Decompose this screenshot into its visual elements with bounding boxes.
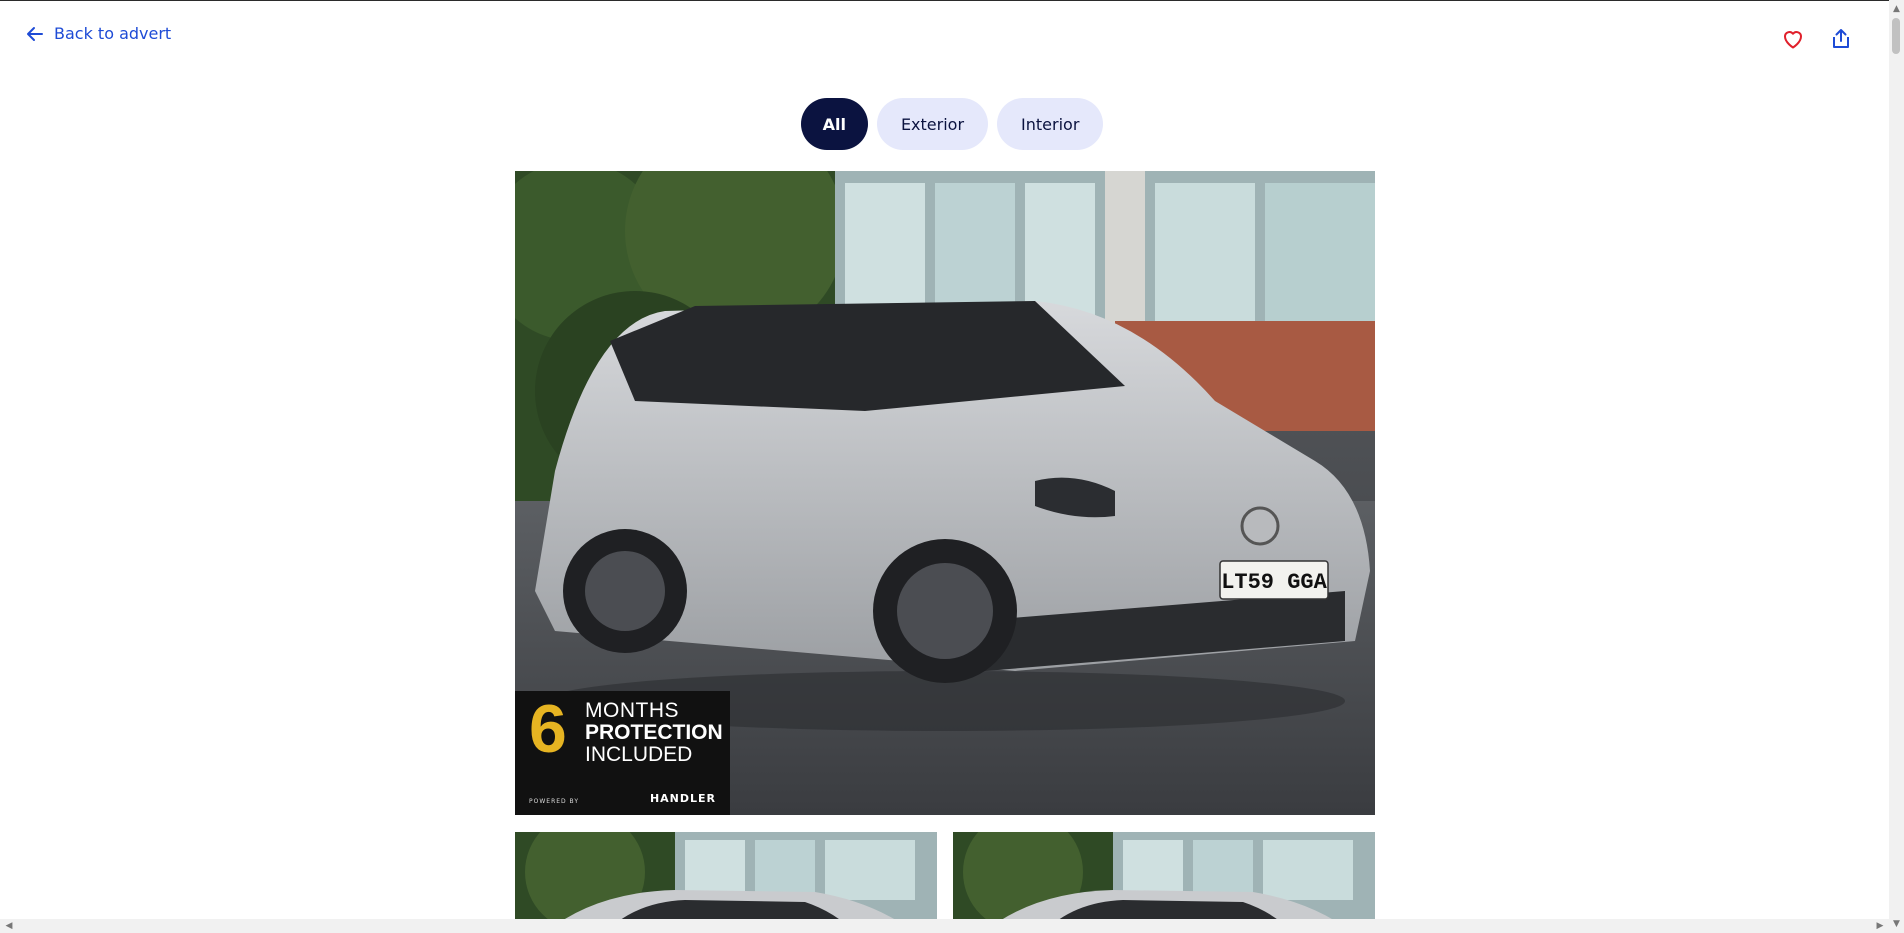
number-plate-text: LT59 GGA [1221, 570, 1327, 595]
window-top-border [0, 0, 1904, 1]
badge-line-3: INCLUDED [585, 743, 693, 766]
tab-exterior[interactable]: Exterior [876, 98, 989, 150]
badge-line-2: PROTECTION [585, 721, 723, 744]
badge-brand: HANDLER [649, 792, 716, 805]
vertical-scroll-thumb[interactable] [1892, 18, 1900, 54]
badge-powered-by: POWERED BY [529, 798, 580, 805]
car-photo-thumbnail [515, 832, 937, 933]
back-to-advert-link[interactable]: Back to advert [26, 24, 171, 43]
scroll-down-icon[interactable]: ▼ [1889, 917, 1904, 931]
gallery-photo-3[interactable] [953, 832, 1375, 933]
vertical-scrollbar[interactable]: ▲ ▼ [1889, 0, 1904, 933]
share-icon [1833, 29, 1849, 48]
scroll-up-icon[interactable]: ▲ [1889, 2, 1904, 16]
header-actions [1778, 24, 1856, 54]
tab-interior[interactable]: Interior [997, 98, 1104, 150]
tab-all[interactable]: All [800, 98, 868, 150]
badge-line-1: MONTHS [585, 699, 679, 722]
horizontal-scrollbar[interactable]: ◀ ▶ [0, 919, 1889, 933]
scroll-right-icon[interactable]: ▶ [1873, 919, 1887, 933]
scroll-left-icon[interactable]: ◀ [2, 919, 16, 933]
photo-filter-tabs: All Exterior Interior [0, 98, 1904, 150]
back-link-label: Back to advert [54, 24, 172, 43]
heart-icon [1784, 31, 1802, 49]
protection-badge: 6 MONTHS PROTECTION INCLUDED POWERED BY … [515, 691, 730, 815]
car-photo-thumbnail [953, 832, 1375, 933]
share-button[interactable] [1826, 24, 1856, 54]
favourite-button[interactable] [1778, 24, 1808, 54]
arrow-left-icon [27, 26, 43, 41]
gallery-photo-2[interactable] [515, 832, 937, 933]
badge-number: 6 [529, 691, 567, 767]
main-car-photo[interactable]: LT59 GGA 6 MONTHS PROTECTION INCLUDED PO… [515, 171, 1375, 815]
